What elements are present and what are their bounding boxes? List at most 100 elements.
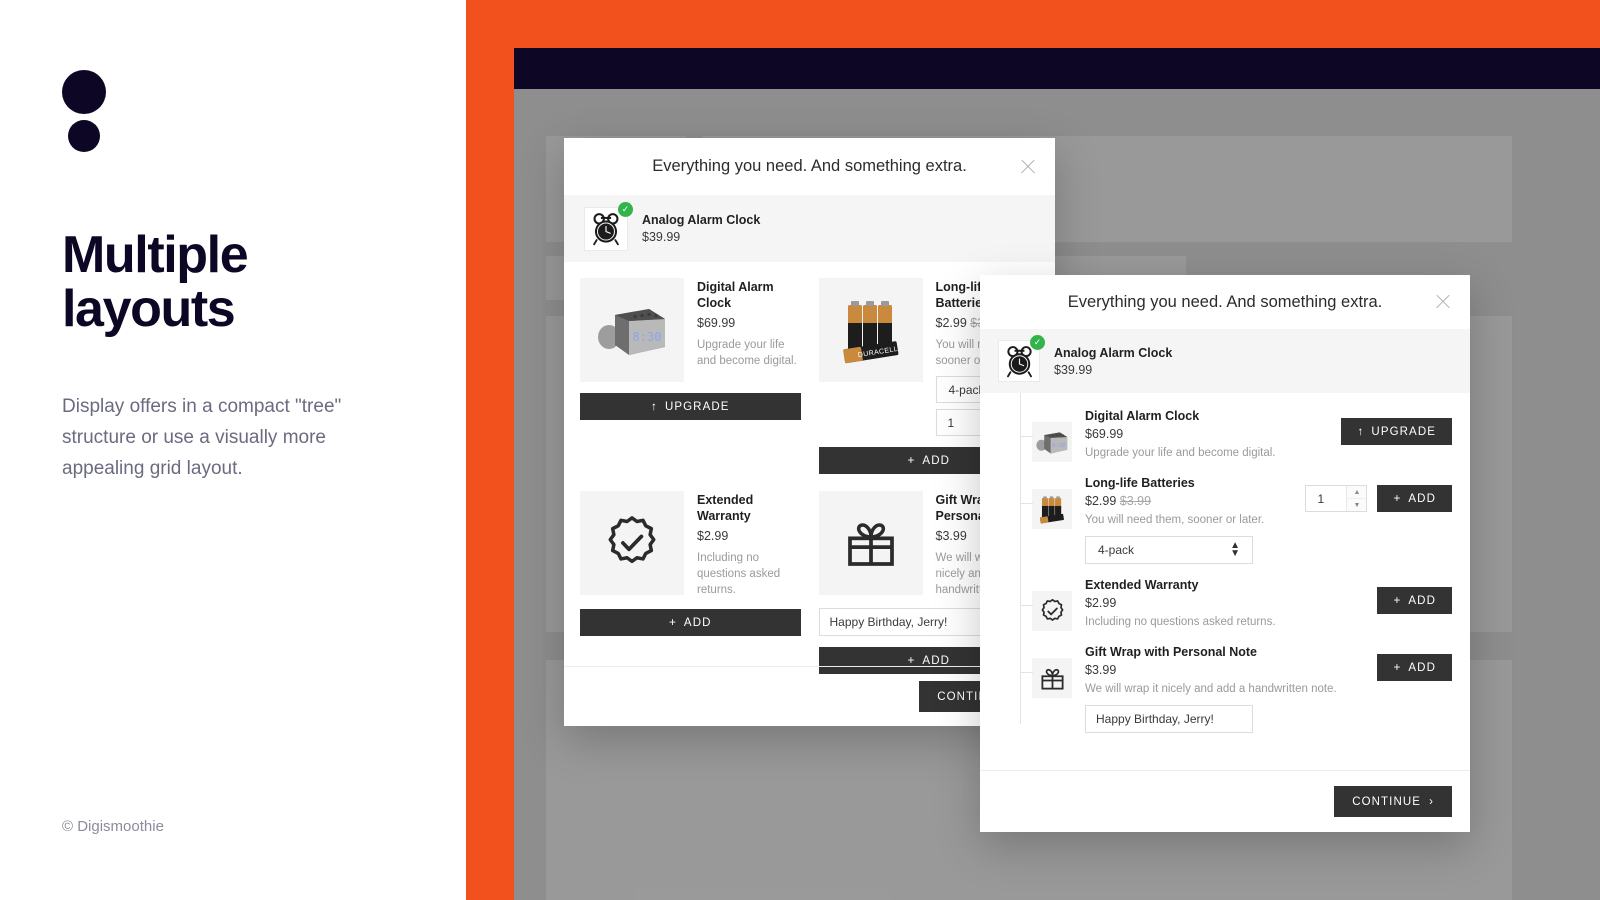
base-product-info: Analog Alarm Clock $39.99	[1054, 346, 1172, 377]
offer-row: Extended Warranty $2.99 Including no que…	[1012, 571, 1452, 638]
modal-header: Everything you need. And something extra…	[980, 275, 1470, 329]
arrow-up-icon: ↑	[1357, 425, 1365, 438]
offer-card-top: Extended Warranty $2.99 Including no que…	[580, 491, 801, 598]
upgrade-button[interactable]: ↑ UPGRADE	[1341, 418, 1452, 445]
offer-info: Long-life Batteries $2.99 $3.99 You will…	[1085, 476, 1292, 564]
marketing-panel: Multiple layouts Display offers in a com…	[0, 0, 466, 900]
offer-name: Extended Warranty	[697, 493, 754, 524]
duracell-batteries-image: DURACELL	[818, 278, 923, 382]
page-title: Multiple layouts	[62, 226, 249, 339]
offer-description: We will wrap it nicely and add a handwri…	[1085, 683, 1337, 695]
add-button-label: ADD	[1408, 492, 1436, 505]
base-product-thumb-wrap: ✓	[584, 201, 633, 251]
continue-button[interactable]: CONTINUE ›	[1334, 786, 1452, 817]
add-button-label: ADD	[683, 616, 712, 629]
offer-row: Gift Wrap with Personal Note $3.99 We wi…	[1012, 638, 1452, 740]
offer-card: Extended Warranty $2.99 Including no que…	[580, 491, 801, 674]
offer-price-line: $2.99 $3.99	[1085, 494, 1292, 508]
add-button[interactable]: + ADD	[1377, 654, 1452, 681]
offer-name: Long-life Batteries	[1085, 476, 1195, 490]
offer-price: $2.99	[1085, 494, 1117, 508]
offer-old-price: $3.99	[1119, 494, 1152, 508]
store-header-bar	[514, 48, 1600, 89]
digital-alarm-clock-image: 8:30	[1032, 422, 1072, 462]
upgrade-button-label: UPGRADE	[664, 400, 730, 413]
warranty-seal-icon	[1032, 591, 1072, 631]
svg-text:8:30: 8:30	[633, 330, 662, 344]
gift-icon	[818, 491, 923, 596]
modal-header: Everything you need. And something extra…	[564, 138, 1055, 195]
offer-description: Upgrade your life and become digital.	[1085, 447, 1276, 459]
offer-price: $69.99	[697, 316, 736, 330]
offer-row: Long-life Batteries $2.99 $3.99 You will…	[1012, 469, 1452, 571]
base-product-name: Analog Alarm Clock	[642, 213, 761, 227]
offer-price: $3.99	[1085, 663, 1117, 677]
base-product-row: ✓ Analog Alarm Clock $39.99	[980, 329, 1470, 393]
offer-description: You will need them, sooner or later.	[1085, 514, 1265, 526]
svg-text:8:30: 8:30	[1052, 443, 1065, 449]
add-button-label: ADD	[1408, 661, 1436, 674]
close-icon[interactable]	[1434, 293, 1452, 311]
upsell-modal-tree[interactable]: Everything you need. And something extra…	[980, 275, 1470, 832]
quantity-stepper[interactable]: 1 ▲▼	[1305, 485, 1368, 512]
chevron-updown-icon: ▲▼	[1230, 540, 1240, 559]
page-subcopy: Display offers in a compact "tree" struc…	[62, 396, 342, 479]
copyright-notice: © Digismoothie	[62, 818, 164, 835]
add-button-label: ADD	[1408, 594, 1436, 607]
logo-dot-large	[62, 70, 106, 114]
base-product-name: Analog Alarm Clock	[1054, 345, 1173, 360]
base-product-price: $39.99	[1054, 362, 1093, 377]
upgrade-button[interactable]: ↑ UPGRADE	[580, 393, 801, 420]
selected-check-icon: ✓	[618, 201, 633, 217]
offer-row: 8:30 Digital Alarm Clock $69.99 Upgrade …	[1012, 402, 1452, 469]
modal-footer: CONTINUE ›	[980, 770, 1470, 832]
screenshot-stage: Multiple layouts Display offers in a com…	[0, 0, 1600, 900]
base-product-info: Analog Alarm Clock $39.99	[642, 213, 760, 244]
offer-name: Digital Alarm Clock	[697, 280, 774, 310]
offer-info: Digital Alarm Clock $69.99 Upgrade your …	[1085, 409, 1328, 462]
chevron-right-icon: ›	[1429, 795, 1434, 808]
offer-name: Gift Wrap with Personal Note	[1085, 645, 1258, 659]
offer-description: Upgrade your life and become digital.	[697, 339, 797, 368]
offer-actions: ↑ UPGRADE	[1341, 409, 1452, 462]
base-product-price: $39.99	[642, 230, 681, 244]
upgrade-button-label: UPGRADE	[1371, 425, 1436, 438]
close-icon[interactable]	[1019, 158, 1037, 176]
offer-card: 8:30 Digital Alarm Clock $69.99 Upgrade …	[580, 278, 801, 474]
stepper-up-icon[interactable]: ▲	[1347, 486, 1367, 499]
gift-note-input[interactable]: Happy Birthday, Jerry!	[1085, 705, 1253, 733]
offer-actions: + ADD	[1377, 578, 1452, 631]
digital-alarm-clock-image: 8:30	[580, 278, 684, 382]
modal-title: Everything you need. And something extra…	[652, 157, 967, 175]
accent-backdrop: Everything you need. And something extra…	[466, 0, 1600, 900]
offer-actions: 1 ▲ ▼ + ADD	[1305, 476, 1452, 564]
stepper-down-icon[interactable]: ▼	[1347, 499, 1367, 511]
arrow-up-icon: ↑	[650, 400, 658, 413]
base-product-thumb-wrap: ✓	[998, 335, 1045, 382]
gift-icon	[1032, 658, 1072, 698]
offer-price: $2.99	[1085, 596, 1117, 610]
offer-info: Gift Wrap with Personal Note $3.99 We wi…	[1085, 645, 1364, 733]
digismoothie-dots-logo	[62, 70, 108, 152]
add-button[interactable]: + ADD	[1377, 485, 1452, 512]
variant-select[interactable]: 4-pack ▲▼	[1085, 536, 1253, 564]
add-button-label: ADD	[922, 454, 951, 467]
selected-check-icon: ✓	[1030, 335, 1045, 350]
continue-button-label: CONTINUE	[1352, 795, 1422, 808]
offer-card-top: 8:30 Digital Alarm Clock $69.99 Upgrade …	[580, 278, 801, 382]
plus-icon: +	[1393, 661, 1402, 674]
plus-icon: +	[907, 454, 916, 468]
offer-description: Including no questions asked returns.	[1085, 616, 1276, 628]
offer-price: $2.99	[697, 529, 729, 544]
offer-card-info: Digital Alarm Clock $69.99 Upgrade your …	[697, 278, 801, 382]
logo-dot-small	[68, 120, 100, 152]
plus-icon: +	[668, 616, 677, 630]
offer-info: Extended Warranty $2.99 Including no que…	[1085, 578, 1364, 631]
add-button[interactable]: + ADD	[580, 609, 801, 637]
offer-name: Digital Alarm Clock	[1085, 409, 1200, 423]
stepper-arrows[interactable]: ▲▼	[1346, 486, 1367, 511]
offer-price: $2.99	[935, 316, 967, 330]
plus-icon: +	[1393, 594, 1402, 607]
offers-tree-body: 8:30 Digital Alarm Clock $69.99 Upgrade …	[980, 393, 1470, 752]
add-button[interactable]: + ADD	[1377, 587, 1452, 614]
